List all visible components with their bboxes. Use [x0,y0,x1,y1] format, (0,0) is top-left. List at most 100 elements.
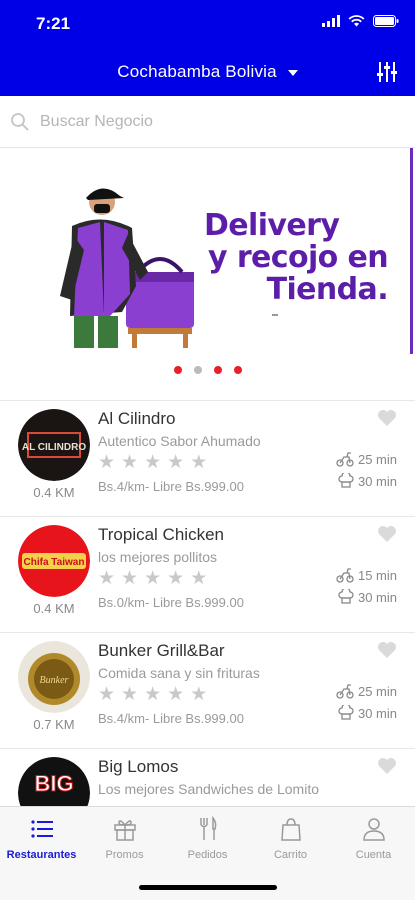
tab-label: Pedidos [187,849,228,861]
banner-divider [272,314,278,316]
tab-restaurantes[interactable]: Restaurantes [0,815,83,861]
star-icon: ★ [167,451,185,473]
prep-time: 30 min [338,473,397,489]
banner-line-1: Delivery [204,208,340,243]
star-icon: ★ [121,451,139,473]
prep-time-value: 30 min [357,589,397,605]
utensils-icon [199,815,216,840]
carousel-dot[interactable] [193,366,202,374]
star-icon: ★ [167,567,185,589]
promo-banner[interactable]: Delivery y recojo en Tienda. [0,148,415,388]
restaurant-card[interactable]: Bunker 0.7 KM Bunker Grill&Bar Comida sa… [0,632,415,748]
tab-pedidos[interactable]: Pedidos [166,815,249,861]
delivery-time-value: 25 min [357,451,397,467]
search-input[interactable] [40,108,400,136]
tab-label: Cuenta [355,849,392,861]
city-selector[interactable]: Cochabamba Bolivia [0,62,415,82]
delivery-fee: Bs.4/km- Libre Bs.999.00 [98,479,244,494]
heart-icon[interactable] [377,641,397,659]
prep-time-value: 30 min [357,473,397,489]
restaurant-name: Al Cilindro [98,409,176,428]
heart-icon[interactable] [377,757,397,775]
carousel-dots [0,366,415,374]
battery-icon [373,15,399,27]
city-label: Cochabamba Bolivia [117,62,277,81]
scooter-icon [336,452,354,467]
delivery-fee: Bs.4/km- Libre Bs.999.00 [98,711,244,726]
chef-hat-icon [338,589,354,604]
chef-hat-icon [338,705,354,720]
heart-icon[interactable] [377,409,397,427]
tab-cuenta[interactable]: Cuenta [332,815,415,861]
chevron-down-icon [287,69,298,76]
restaurant-name: Big Lomos [98,757,179,776]
banner-scroll-edge [410,148,413,354]
carousel-dot[interactable] [233,366,242,374]
scooter-icon [336,568,354,583]
restaurant-logo: AL CILINDRO [18,409,90,481]
tab-carrito[interactable]: Carrito [249,815,332,861]
star-icon: ★ [98,683,116,705]
restaurant-description: Comida sana y sin frituras [98,665,260,681]
star-icon: ★ [190,451,208,473]
user-icon [362,818,385,841]
tab-promos[interactable]: Promos [83,815,166,861]
restaurant-distance: 0.4 KM [33,485,75,500]
star-icon: ★ [167,683,185,705]
restaurant-name: Tropical Chicken [98,525,224,544]
prep-time-value: 30 min [357,705,397,721]
rating-stars: ★ ★ ★ ★ ★ [98,567,207,589]
star-icon: ★ [190,683,208,705]
star-icon: ★ [190,567,208,589]
restaurant-logo: Chifa Taiwan [18,525,90,597]
sliders-icon[interactable] [375,60,399,84]
heart-icon[interactable] [377,525,397,543]
restaurant-logo: Bunker [18,641,90,713]
status-icons [322,15,399,27]
restaurant-distance: 0.4 KM [33,601,75,616]
gift-icon [113,820,136,841]
tab-label: Restaurantes [6,849,77,861]
logo-text: BIG [34,771,73,796]
delivery-time-value: 15 min [357,567,397,583]
rating-stars: ★ ★ ★ ★ ★ [98,683,207,705]
restaurant-distance: 0.7 KM [33,717,75,732]
app-header: 7:21 Cochabamba Bolivia [0,0,415,96]
restaurant-description: Los mejores Sandwiches de Lomito [98,781,320,797]
star-icon: ★ [144,567,162,589]
home-indicator [139,885,277,890]
restaurant-description: los mejores pollitos [98,549,218,565]
restaurant-card[interactable]: Chifa Taiwan 0.4 KM Tropical Chicken los… [0,516,415,632]
search-bar [0,96,415,148]
delivery-time: 15 min [336,567,397,583]
star-icon: ★ [98,451,116,473]
banner-line-2: y recojo en [208,240,389,275]
carousel-dot[interactable] [173,366,182,374]
restaurant-card[interactable]: AL CILINDRO 0.4 KM Al Cilindro Autentico… [0,400,415,516]
logo-text: AL CILINDRO [22,442,86,453]
scooter-icon [336,684,354,699]
logo-text: Chifa Taiwan [24,557,85,568]
star-icon: ★ [121,567,139,589]
search-icon [11,113,29,131]
delivery-time: 25 min [336,683,397,699]
list-icon [30,820,53,838]
delivery-fee: Bs.0/km- Libre Bs.999.00 [98,595,244,610]
prep-time: 30 min [338,705,397,721]
prep-time: 30 min [338,589,397,605]
banner-headline: Delivery y recojo en Tienda. [196,208,389,307]
wifi-icon [348,15,365,27]
bag-icon [280,818,301,841]
banner-line-3: Tienda. [266,272,389,307]
carousel-dot[interactable] [213,366,222,374]
tab-label: Carrito [273,849,307,861]
star-icon: ★ [144,683,162,705]
star-icon: ★ [144,451,162,473]
delivery-time: 25 min [336,451,397,467]
restaurant-description: Autentico Sabor Ahumado [98,433,261,449]
restaurant-name: Bunker Grill&Bar [98,641,225,660]
status-time: 7:21 [36,14,71,33]
logo-text: Bunker [40,675,69,686]
tab-label: Promos [105,849,144,861]
rating-stars: ★ ★ ★ ★ ★ [98,451,207,473]
